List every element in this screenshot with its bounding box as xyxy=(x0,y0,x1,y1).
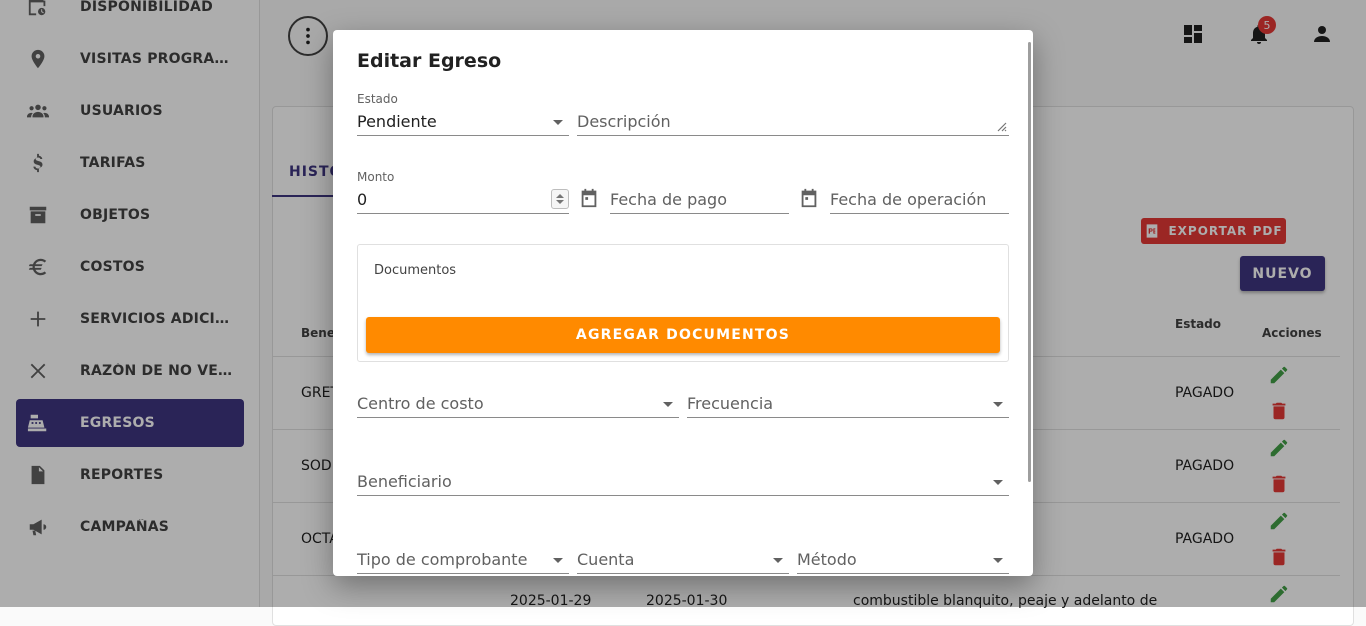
monto-label: Monto xyxy=(357,170,395,184)
frecuencia-placeholder: Frecuencia xyxy=(687,394,774,413)
centro-costo-placeholder: Centro de costo xyxy=(357,394,484,413)
dropdown-arrow-icon xyxy=(553,558,563,563)
tipo-comprobante-placeholder: Tipo de comprobante xyxy=(357,550,528,569)
calendar-icon[interactable] xyxy=(578,187,600,209)
dropdown-arrow-icon xyxy=(993,402,1003,407)
estado-select[interactable]: Estado Pendiente xyxy=(357,92,569,136)
dialog-title: Editar Egreso xyxy=(357,50,502,72)
metodo-select[interactable]: Método xyxy=(797,530,1009,574)
cuenta-select[interactable]: Cuenta xyxy=(577,530,789,574)
dropdown-arrow-icon xyxy=(993,558,1003,563)
resize-grip-icon[interactable] xyxy=(995,120,1007,132)
monto-input[interactable]: Monto 0 xyxy=(357,170,569,214)
documentos-section: Documentos AGREGAR DOCUMENTOS xyxy=(357,244,1009,362)
frecuencia-select[interactable]: Frecuencia xyxy=(687,374,1009,418)
fecha-pago-placeholder: Fecha de pago xyxy=(610,190,727,209)
fecha-operacion-input[interactable]: Fecha de operación xyxy=(830,170,1009,214)
edit-egreso-dialog: Editar Egreso Estado Pendiente Descripci… xyxy=(333,30,1033,576)
estado-value: Pendiente xyxy=(357,112,437,131)
tipo-comprobante-select[interactable]: Tipo de comprobante xyxy=(357,530,569,574)
metodo-placeholder: Método xyxy=(797,550,857,569)
agregar-documentos-button[interactable]: AGREGAR DOCUMENTOS xyxy=(366,317,1000,353)
dropdown-arrow-icon xyxy=(993,480,1003,485)
fecha-pago-input[interactable]: Fecha de pago xyxy=(610,170,789,214)
descripcion-placeholder: Descripción xyxy=(577,112,671,131)
dropdown-arrow-icon xyxy=(773,558,783,563)
descripcion-textarea[interactable]: Descripción xyxy=(577,92,1009,136)
number-spinner[interactable] xyxy=(551,189,569,209)
fecha-operacion-placeholder: Fecha de operación xyxy=(830,190,987,209)
calendar-icon[interactable] xyxy=(798,187,820,209)
dialog-scrollbar[interactable] xyxy=(1028,42,1031,482)
documentos-label: Documentos xyxy=(374,263,457,278)
beneficiario-select[interactable]: Beneficiario xyxy=(357,452,1009,496)
dropdown-arrow-icon xyxy=(663,402,673,407)
estado-label: Estado xyxy=(357,92,398,106)
monto-value: 0 xyxy=(357,190,368,209)
centro-costo-select[interactable]: Centro de costo xyxy=(357,374,679,418)
cuenta-placeholder: Cuenta xyxy=(577,550,635,569)
beneficiario-placeholder: Beneficiario xyxy=(357,472,452,491)
dropdown-arrow-icon xyxy=(553,120,563,125)
